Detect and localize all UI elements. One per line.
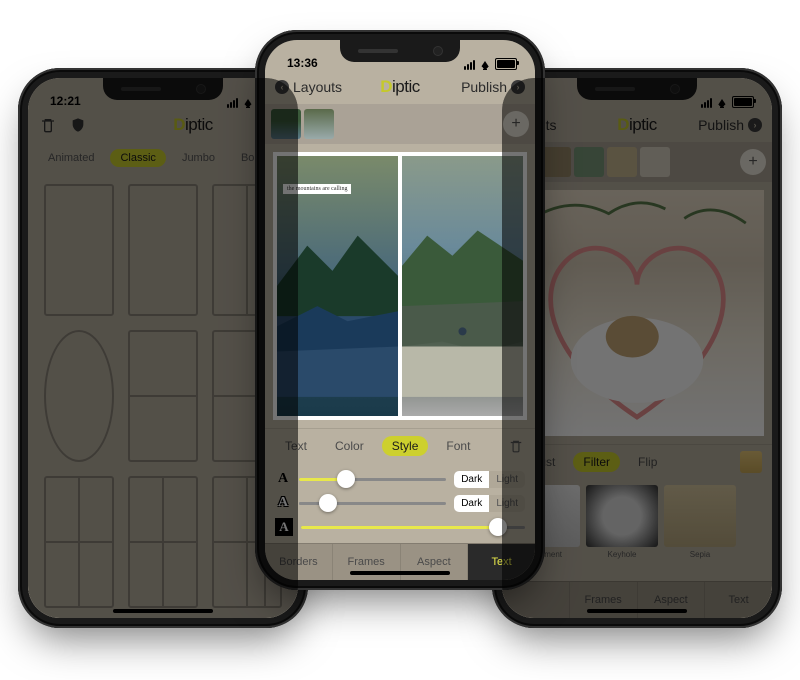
battery-icon [495,58,517,70]
subtab-color[interactable]: Color [325,436,374,456]
status-time: 13:36 [287,56,318,70]
subtab-style[interactable]: Style [382,436,429,456]
app-logo: Diptic [380,77,420,97]
thumbnail-strip: + [265,104,535,144]
edit-subtabs: Text Color Style Font [265,428,535,463]
publish-label: Publish [461,79,507,95]
background-slider[interactable] [301,526,525,529]
notch [340,40,460,62]
subtab-font[interactable]: Font [436,436,480,456]
style-sliders: A DarkLight A DarkLight A [265,463,535,543]
opacity-slider[interactable] [299,478,446,481]
thumbnail[interactable] [304,109,334,139]
back-label: Layouts [293,79,342,95]
nav-bar: ‹Layouts Diptic Publish› [265,70,535,104]
outline-slider[interactable] [299,502,446,505]
wifi-icon [479,61,491,70]
collage: the mountains are calling [273,152,527,420]
canvas-area[interactable]: the mountains are calling [265,144,535,428]
phone-right: ‹outs Diptic Publish› + [492,68,782,628]
phone-left: 12:21 Diptic Animated Classic Jumbo Bord… [18,68,308,628]
home-indicator[interactable] [350,571,450,575]
